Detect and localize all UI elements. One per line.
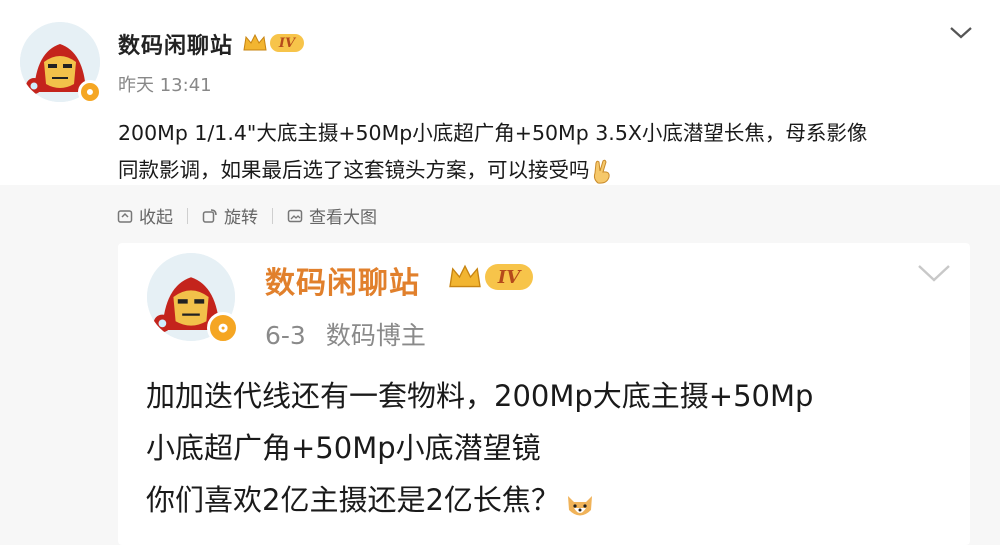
- author-name[interactable]: 数码闲聊站: [118, 28, 233, 60]
- crown-icon: [243, 33, 267, 51]
- image-icon: [287, 209, 303, 222]
- image-action-bar: 收起 旋转 查看大图: [117, 203, 377, 228]
- quoted-author-name[interactable]: 数码闲聊站: [265, 258, 420, 302]
- quoted-post-text: 加加迭代线还有一套物料，200Mp大底主摄+50Mp 小底超广角+50Mp小底潜…: [146, 370, 956, 526]
- divider: [187, 207, 188, 224]
- quoted-meta: 6-3 数码博主: [265, 316, 446, 352]
- post-text-line: 同款影调，如果最后选了这套镜头方案，可以接受吗: [118, 152, 978, 189]
- rotate-icon: [202, 208, 217, 223]
- collapse-icon: [117, 209, 133, 223]
- rotate-button[interactable]: 旋转: [202, 203, 258, 228]
- chevron-down-icon[interactable]: [948, 24, 974, 46]
- verified-badge-icon: [207, 312, 239, 344]
- view-large-button[interactable]: 查看大图: [287, 203, 377, 228]
- post-text: 200Mp 1/1.4"大底主摄+50Mp小底超广角+50Mp 3.5X小底潜望…: [118, 115, 978, 189]
- verified-badge-icon: [78, 80, 102, 104]
- chevron-down-icon[interactable]: [916, 262, 952, 288]
- quoted-author-role: 数码博主: [325, 321, 426, 350]
- rotate-label: 旋转: [224, 208, 258, 228]
- quoted-date: 6-3: [265, 321, 306, 350]
- crown-icon: [449, 264, 481, 288]
- dog-face-emoji-icon: [564, 486, 596, 518]
- quoted-level-badge[interactable]: IV: [447, 262, 533, 292]
- level-badge[interactable]: IV: [242, 32, 304, 54]
- divider: [272, 207, 273, 224]
- post-time: 昨天 13:41: [118, 75, 212, 96]
- quoted-text-line: 小底超广角+50Mp小底潜望镜: [146, 431, 541, 465]
- quoted-text-line: 加加迭代线还有一套物料，200Mp大底主摄+50Mp: [146, 379, 814, 413]
- quoted-text-line: 你们喜欢2亿主摄还是2亿长焦？: [146, 474, 956, 526]
- view-large-label: 查看大图: [309, 208, 377, 228]
- collapse-button[interactable]: 收起: [117, 203, 173, 228]
- collapse-label: 收起: [139, 208, 173, 228]
- post-text-line: 200Mp 1/1.4"大底主摄+50Mp小底超广角+50Mp 3.5X小底潜望…: [118, 121, 868, 145]
- level-badge-label: IV: [270, 34, 304, 52]
- victory-hand-emoji-icon: [590, 159, 614, 184]
- quoted-level-badge-label: IV: [485, 264, 533, 290]
